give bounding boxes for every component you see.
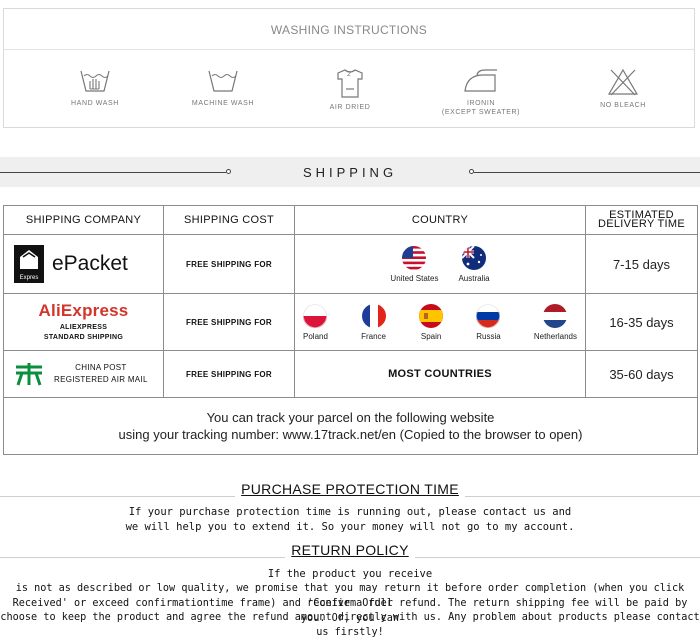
header-country: COUNTRY <box>294 205 586 235</box>
return-line: If the product you receive <box>267 568 433 580</box>
wash-label-sub: (EXCEPT SWEATER) <box>441 109 521 116</box>
protection-heading: PURCHASE PROTECTION TIME <box>0 481 700 497</box>
country-flag: United States <box>390 245 439 283</box>
shipping-banner-text-wrap: SHIPPING <box>0 157 700 187</box>
china-post-text: CHINA POST REGISTERED AIR MAIL <box>54 362 148 386</box>
country-flag: Australia <box>458 245 490 283</box>
tracking-row: You can track your parcel on the followi… <box>3 397 698 455</box>
return-line: choose to keep the product and agree the… <box>0 612 700 638</box>
shipping-table: SHIPPING COMPANY SHIPPING COST COUNTRY E… <box>3 205 698 455</box>
washing-instructions-panel: WASHING INSTRUCTIONS HAND WASH MACHINE W… <box>3 8 695 128</box>
header-shipping-cost: SHIPPING COST <box>163 205 295 235</box>
country-flag: Poland <box>303 303 328 341</box>
wash-label: AIR DRIED <box>329 104 371 111</box>
shipping-title: SHIPPING <box>302 165 398 180</box>
carrier-cell: CHINA POST REGISTERED AIR MAIL <box>3 350 164 398</box>
washing-title: WASHING INSTRUCTIONS <box>270 23 428 37</box>
russia-flag-icon <box>476 303 501 328</box>
shipping-cost-cell: FREE SHIPPING FOR <box>163 350 295 398</box>
carrier-name: ePacket <box>52 252 128 275</box>
tracking-line: You can track your parcel on the followi… <box>206 410 495 425</box>
carrier-cell: AliExpress ALIEXPRESS STANDARD SHIPPING <box>3 293 164 351</box>
country-cell: MOST COUNTRIES <box>294 350 586 398</box>
return-heading: RETURN POLICY <box>0 542 700 558</box>
no-bleach-icon <box>607 68 639 96</box>
shipping-cost-cell: FREE SHIPPING FOR <box>163 293 295 351</box>
carrier-cell: Expres ePacket <box>3 234 164 294</box>
country-name: Netherlands <box>533 331 577 341</box>
air-dried-icon: 2 <box>337 69 363 98</box>
carrier-sub: ALIEXPRESS <box>59 323 108 331</box>
country-cell: Poland France Spain Russia Netherlands <box>294 293 586 351</box>
aliexpress-logo: AliExpress <box>38 300 129 320</box>
wash-item-machine-wash: MACHINE WASH <box>168 67 278 108</box>
wash-item-hand-wash: HAND WASH <box>40 67 150 108</box>
shipping-cost-cell: FREE SHIPPING FOR <box>163 234 295 294</box>
table-row: AliExpress ALIEXPRESS STANDARD SHIPPING … <box>3 293 698 351</box>
table-row: CHINA POST REGISTERED AIR MAIL FREE SHIP… <box>3 350 698 398</box>
country-name: France <box>361 331 386 341</box>
country-name: Spain <box>420 331 442 341</box>
carrier-sub: STANDARD SHIPPING <box>43 333 124 341</box>
wash-item-iron: IRONIN (EXCEPT SWEATER) <box>426 67 536 117</box>
tracking-cell: You can track your parcel on the followi… <box>3 397 698 455</box>
epacket-logo-text: Expres <box>20 275 39 281</box>
eta-cell: 35-60 days <box>585 350 698 398</box>
carrier-sub: REGISTERED AIR MAIL <box>54 375 148 384</box>
wash-label: IRONIN <box>466 100 496 107</box>
country-name: Poland <box>303 331 328 341</box>
australia-flag-icon <box>462 245 487 270</box>
country-flag: France <box>361 303 386 341</box>
country-flag: Spain <box>419 303 444 341</box>
tracking-line: using your tracking number: www.17track.… <box>118 427 583 442</box>
us-flag-icon <box>402 245 427 270</box>
wash-label: MACHINE WASH <box>191 100 255 107</box>
country-flag: Russia <box>476 303 501 341</box>
country-flag: Netherlands <box>533 303 577 341</box>
france-flag-icon <box>361 303 386 328</box>
eta-cell: 16-35 days <box>585 293 698 351</box>
washing-divider <box>4 49 694 50</box>
protection-title: PURCHASE PROTECTION TIME <box>235 481 465 497</box>
eta-cell: 7-15 days <box>585 234 698 294</box>
header-estimated-delivery: ESTIMATED DELIVERY TIME <box>585 205 698 235</box>
wash-item-no-bleach: NO BLEACH <box>568 67 678 110</box>
country-name: Russia <box>476 331 501 341</box>
netherlands-flag-icon <box>543 303 568 328</box>
wash-item-air-dried: 2 AIR DRIED <box>295 67 405 112</box>
china-post-logo-icon <box>16 363 42 386</box>
wash-label: NO BLEACH <box>600 102 646 109</box>
country-name: United States <box>390 273 439 283</box>
carrier-name: CHINA POST <box>75 363 127 372</box>
table-row: Expres ePacket FREE SHIPPING FOR United … <box>3 234 698 294</box>
protection-line: we will help you to extend it. So your m… <box>125 521 575 533</box>
spain-flag-icon <box>419 303 444 328</box>
protection-line: If your purchase protection time is runn… <box>128 506 572 518</box>
machine-wash-icon <box>208 70 238 92</box>
hand-wash-icon <box>80 70 110 92</box>
return-title: RETURN POLICY <box>285 542 415 558</box>
epacket-logo-icon: Expres <box>14 245 44 283</box>
header-shipping-company: SHIPPING COMPANY <box>3 205 164 235</box>
wash-label: HAND WASH <box>71 100 119 107</box>
country-name: Australia <box>458 273 490 283</box>
air-dried-mark: 2 <box>347 71 351 78</box>
country-cell: United States Australia <box>294 234 586 294</box>
iron-icon <box>464 69 497 92</box>
poland-flag-icon <box>303 303 328 328</box>
